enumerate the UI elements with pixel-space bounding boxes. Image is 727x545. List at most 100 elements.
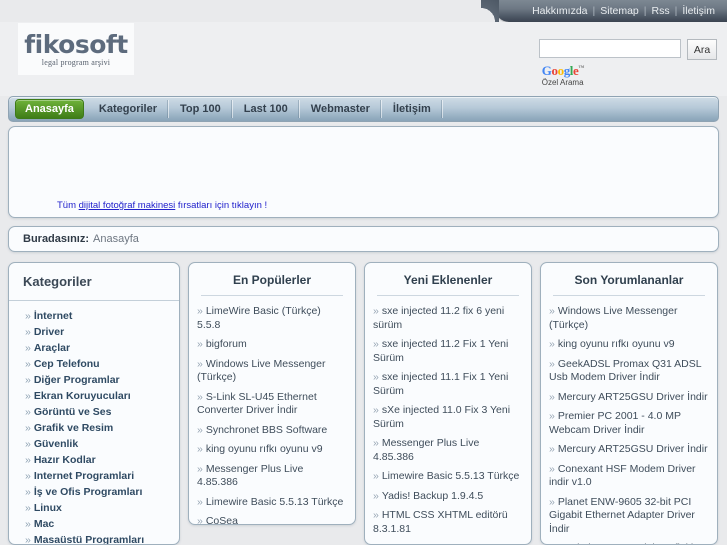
category-link[interactable]: Güvenlik xyxy=(34,438,78,450)
list-item[interactable]: » bigforum xyxy=(197,335,347,355)
popular-link[interactable]: Limewire Basic 5.5.13 Türkçe xyxy=(206,496,344,508)
commented-link[interactable]: Mercury ART25GSU Driver İndir xyxy=(558,391,708,403)
list-item[interactable]: » Conexant HSF Modem Driver indir v1.0 xyxy=(549,460,709,493)
list-item[interactable]: » Grafik ve Resim xyxy=(9,420,179,436)
ad-text-link[interactable]: Tüm dijital fotoğraf makinesi fırsatları… xyxy=(57,200,267,211)
category-link[interactable]: Araçlar xyxy=(34,342,70,354)
topbar-link-rss[interactable]: Rss xyxy=(648,5,674,17)
bullet-icon: » xyxy=(373,338,379,350)
search-submit-button[interactable]: Ara xyxy=(687,39,717,60)
category-link[interactable]: İş ve Ofis Programları xyxy=(34,486,143,498)
commented-link[interactable]: Premier PC 2001 - 4.0 MP Webcam Driver İ… xyxy=(549,410,681,436)
category-link[interactable]: Linux xyxy=(34,502,62,514)
list-item[interactable]: » Messenger Plus Live 4.85.386 xyxy=(373,434,523,467)
category-link[interactable]: Internet Programlari xyxy=(34,470,134,482)
list-item[interactable]: »Banner Yapma Programı 5.1.1 xyxy=(373,539,523,544)
category-link[interactable]: Mac xyxy=(34,518,54,530)
list-item[interactable]: » Windows Live Messenger (Türkçe) xyxy=(549,302,709,335)
bullet-icon: » xyxy=(197,462,203,475)
newest-link[interactable]: sXe injected 11.0 Fix 3 Yeni Sürüm xyxy=(373,404,510,430)
list-item[interactable]: » GeekADSL Promax Q31 ADSL Usb Modem Driv… xyxy=(549,355,709,388)
list-item[interactable]: » Driver xyxy=(9,324,179,340)
popular-link[interactable]: Synchronet BBS Software xyxy=(206,424,327,436)
list-item[interactable]: » İş ve Ofis Programları xyxy=(9,484,179,500)
category-link[interactable]: Hazır Kodlar xyxy=(34,454,96,466)
list-item[interactable]: » sxe injected 11.1 Fix 1 Yeni Sürüm xyxy=(373,368,523,401)
list-item[interactable]: » Premier PC 2001 - 4.0 MP Webcam Driver … xyxy=(549,407,709,440)
commented-link[interactable]: Planet ENW-9605 32-bit PCI Gigabit Ether… xyxy=(549,496,695,535)
category-link[interactable]: Ekran Koruyucuları xyxy=(34,390,131,402)
list-item[interactable]: » king oyunu rıfkı oyunu v9 xyxy=(197,440,347,460)
list-item[interactable]: » Görüntü ve Ses xyxy=(9,404,179,420)
popular-link[interactable]: Messenger Plus Live 4.85.386 xyxy=(197,463,303,489)
category-link[interactable]: Grafik ve Resim xyxy=(34,422,113,434)
commented-link[interactable]: Windows Live Messenger (Türkçe) xyxy=(549,305,677,331)
nav-item-webmaster[interactable]: Webmaster xyxy=(300,100,382,118)
popular-link[interactable]: S-Link SL-U45 Ethernet Converter Driver … xyxy=(197,391,317,417)
list-item[interactable]: » CoSea xyxy=(197,512,347,524)
nav-item-kategoriler[interactable]: Kategoriler xyxy=(88,100,169,118)
list-item[interactable]: » Diğer Programlar xyxy=(9,372,179,388)
ad-text-highlight[interactable]: dijital fotoğraf makinesi xyxy=(79,200,176,211)
topbar-link-iletisim[interactable]: İletişim xyxy=(678,5,719,17)
popular-link[interactable]: LimeWire Basic (Türkçe) 5.5.8 xyxy=(197,305,321,331)
newest-link[interactable]: sxe injected 11.1 Fix 1 Yeni Sürüm xyxy=(373,371,508,397)
list-item[interactable]: » Windows Live Messenger (Türkçe) xyxy=(197,355,347,388)
list-item[interactable]: » sxe injected 11.2 Fix 1 Yeni Sürüm xyxy=(373,335,523,368)
newest-link[interactable]: HTML CSS XHTML editörü 8.3.1.81 xyxy=(373,509,508,535)
nav-item-last-100[interactable]: Last 100 xyxy=(233,100,300,118)
commented-link[interactable]: king oyunu rıfkı oyunu v9 xyxy=(558,338,675,350)
popular-link[interactable]: Windows Live Messenger (Türkçe) xyxy=(197,358,325,384)
list-item[interactable]: » Linux xyxy=(9,500,179,516)
newest-link[interactable]: sxe injected 11.2 Fix 1 Yeni Sürüm xyxy=(373,338,508,364)
list-item[interactable]: » HTML CSS XHTML editörü 8.3.1.81 xyxy=(373,506,523,539)
list-item[interactable]: » İnternet xyxy=(9,308,179,324)
list-item[interactable]: » Hazır Kodlar xyxy=(9,452,179,468)
list-item[interactable]: » Ekran Koruyucuları xyxy=(9,388,179,404)
list-item[interactable]: » sXe injected 11.0 Fix 3 Yeni Sürüm xyxy=(373,401,523,434)
list-item[interactable]: »Realtek ALC660 High Definition Audio Dr… xyxy=(549,539,709,544)
list-item[interactable]: » Planet ENW-9605 32-bit PCI Gigabit Ethe… xyxy=(549,493,709,540)
commented-link[interactable]: Mercury ART25GSU Driver İndir xyxy=(558,443,708,455)
popular-link[interactable]: bigforum xyxy=(206,338,247,350)
category-link[interactable]: Görüntü ve Ses xyxy=(34,406,112,418)
list-item[interactable]: » Internet Programlari xyxy=(9,468,179,484)
nav-item-anasayfa[interactable]: Anasayfa xyxy=(15,99,84,119)
topbar-link-hakkimizda[interactable]: Hakkımızda xyxy=(528,5,591,17)
list-item[interactable]: » Yadis! Backup 1.9.4.5 xyxy=(373,487,523,507)
category-link[interactable]: Driver xyxy=(34,326,64,338)
category-link[interactable]: Diğer Programlar xyxy=(34,374,120,386)
list-item[interactable]: » Mercury ART25GSU Driver İndir xyxy=(549,440,709,460)
list-item[interactable]: » S-Link SL-U45 Ethernet Converter Driver… xyxy=(197,388,347,421)
nav-item-top-100[interactable]: Top 100 xyxy=(169,100,233,118)
popular-link[interactable]: king oyunu rıfkı oyunu v9 xyxy=(206,443,323,455)
list-item[interactable]: » king oyunu rıfkı oyunu v9 xyxy=(549,335,709,355)
list-item[interactable]: » Cep Telefonu xyxy=(9,356,179,372)
search-form: Ara xyxy=(539,39,717,60)
nav-item-iletisim[interactable]: İletişim xyxy=(382,100,443,118)
list-item[interactable]: » LimeWire Basic (Türkçe) 5.5.8 xyxy=(197,302,347,335)
category-link[interactable]: İnternet xyxy=(34,310,73,322)
list-item[interactable]: » Synchronet BBS Software xyxy=(197,421,347,441)
category-link[interactable]: Cep Telefonu xyxy=(34,358,100,370)
list-item[interactable]: » Mercury ART25GSU Driver İndir xyxy=(549,388,709,408)
site-logo[interactable]: fikosoft legal program arşivi xyxy=(18,23,134,75)
newest-link[interactable]: Limewire Basic 5.5.13 Türkçe xyxy=(382,470,520,482)
list-item[interactable]: » Güvenlik xyxy=(9,436,179,452)
list-item[interactable]: » Masaüstü Programları xyxy=(9,532,179,544)
list-item[interactable]: » Mac xyxy=(9,516,179,532)
newest-link[interactable]: Messenger Plus Live 4.85.386 xyxy=(373,437,479,463)
list-item[interactable]: » Araçlar xyxy=(9,340,179,356)
search-input[interactable] xyxy=(539,39,681,58)
list-item[interactable]: » Limewire Basic 5.5.13 Türkçe xyxy=(197,493,347,513)
list-item[interactable]: » Messenger Plus Live 4.85.386 xyxy=(197,460,347,493)
list-item[interactable]: » sxe injected 11.2 fix 6 yeni sürüm xyxy=(373,302,523,335)
category-link[interactable]: Masaüstü Programları xyxy=(34,534,144,544)
topbar-link-sitemap[interactable]: Sitemap xyxy=(596,5,643,17)
list-item[interactable]: » Limewire Basic 5.5.13 Türkçe xyxy=(373,467,523,487)
newest-link[interactable]: sxe injected 11.2 fix 6 yeni sürüm xyxy=(373,305,504,331)
newest-link[interactable]: Yadis! Backup 1.9.4.5 xyxy=(382,490,483,502)
popular-link[interactable]: CoSea xyxy=(206,515,238,524)
commented-link[interactable]: Conexant HSF Modem Driver indir v1.0 xyxy=(549,463,696,489)
commented-link[interactable]: GeekADSL Promax Q31 ADSL Usb Modem Drive… xyxy=(549,358,701,384)
